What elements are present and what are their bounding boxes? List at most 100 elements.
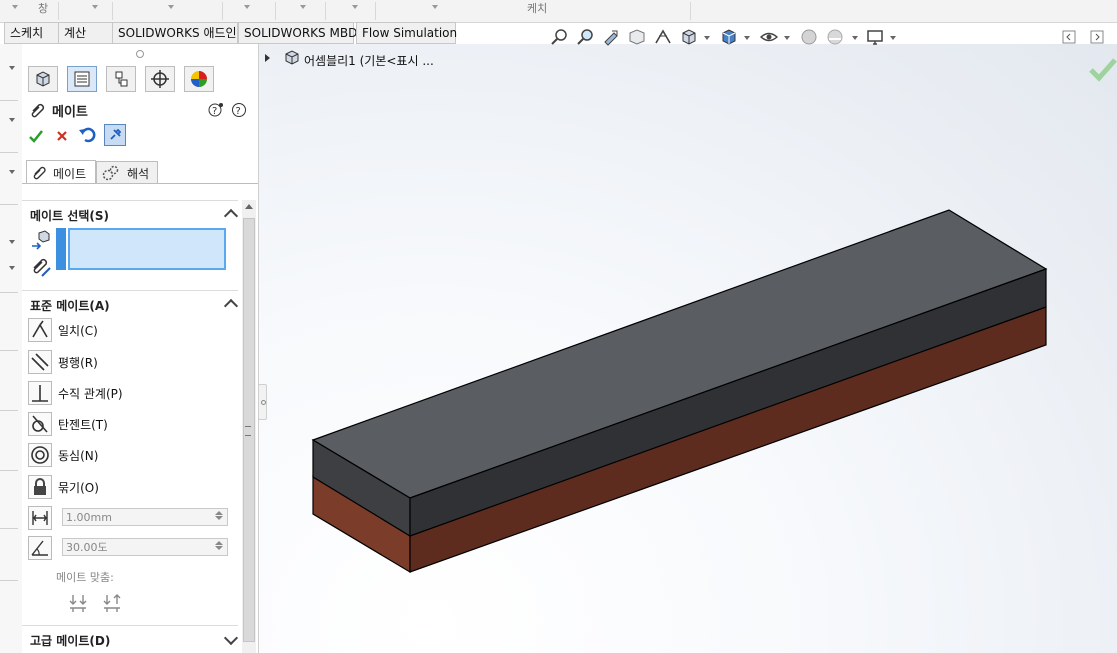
tab-evaluate[interactable]: 계산	[58, 22, 114, 44]
view-orientation-icon[interactable]	[680, 28, 698, 46]
mate-label: 일치(C)	[58, 324, 98, 338]
paperclip-mate-icon	[28, 100, 46, 118]
distance-row: 1.00mm	[28, 506, 238, 530]
edit-appearance-icon[interactable]	[800, 28, 818, 46]
left-edge-strip	[0, 44, 23, 653]
view-settings-icon[interactable]	[866, 28, 884, 46]
help-whats-new-icon[interactable]: ?	[208, 102, 224, 118]
collapse-section-icon[interactable]	[223, 298, 239, 314]
restore-right-icon[interactable]	[1090, 30, 1104, 44]
undo-icon[interactable]	[78, 126, 98, 144]
chevron-down-icon[interactable]	[9, 66, 15, 70]
distance-value: 1.00mm	[66, 511, 112, 524]
coincident-icon	[28, 318, 52, 342]
chevron-down-icon[interactable]	[9, 240, 15, 244]
mate-selection-list[interactable]	[68, 228, 226, 270]
distance-icon[interactable]	[28, 506, 52, 530]
mate-label: 묶기(O)	[58, 481, 99, 495]
display-manager-tab[interactable]	[184, 66, 214, 92]
chevron-down-icon[interactable]	[9, 266, 15, 270]
tab-sketch[interactable]: 스케치	[4, 22, 60, 44]
chevron-down-icon[interactable]	[9, 118, 15, 122]
advanced-mates-section-title: 고급 메이트(D)	[30, 634, 111, 648]
tab-solidworks-mbd[interactable]: SOLIDWORKS MBD	[238, 22, 357, 44]
angle-input[interactable]: 30.00도	[62, 538, 228, 556]
zoom-to-area-icon[interactable]	[576, 28, 594, 46]
angle-icon[interactable]	[28, 536, 52, 560]
help-icon[interactable]: ?	[231, 102, 247, 118]
perpendicular-icon	[28, 381, 52, 405]
tree-expand-icon[interactable]	[265, 54, 270, 62]
ribbon-group-label: 창	[38, 2, 49, 15]
confirmation-corner-check-icon[interactable]	[1088, 56, 1117, 82]
assembly-model[interactable]	[300, 200, 1060, 590]
chevron-down-icon[interactable]	[704, 36, 710, 40]
angle-row: 30.00도	[28, 536, 238, 560]
mate-selection-pick-icon	[30, 256, 52, 278]
subtab-mates[interactable]: 메이트	[26, 160, 96, 183]
previous-view-icon[interactable]	[602, 28, 620, 46]
chevron-down-icon[interactable]	[432, 5, 438, 9]
lock-icon	[28, 475, 52, 499]
display-style-icon[interactable]	[720, 28, 738, 46]
aligned-icon[interactable]	[68, 592, 90, 614]
dimxpert-manager-tab[interactable]	[145, 66, 175, 92]
tab-flow-simulation[interactable]: Flow Simulation	[356, 22, 457, 44]
configuration-manager-tab[interactable]	[106, 66, 136, 92]
subtab-analysis-label: 해석	[127, 167, 150, 181]
standard-mates-section-title: 표준 메이트(A)	[30, 299, 110, 313]
scroll-grip-icon	[245, 426, 251, 436]
mate-label: 평행(R)	[58, 356, 98, 370]
tab-solidworks-addins[interactable]: SOLIDWORKS 애드인	[112, 22, 238, 44]
mate-label: 동심(N)	[58, 449, 99, 463]
chevron-down-icon[interactable]	[92, 5, 98, 9]
chevron-down-icon[interactable]	[9, 170, 15, 174]
distance-input[interactable]: 1.00mm	[62, 508, 228, 526]
feature-manager-tab[interactable]	[28, 66, 58, 92]
selection-active-marker	[56, 228, 66, 270]
ok-check-icon[interactable]	[28, 128, 44, 144]
collapse-section-icon[interactable]	[223, 208, 239, 224]
concentric-icon	[28, 443, 52, 467]
chevron-down-icon[interactable]	[890, 36, 896, 40]
cancel-x-icon[interactable]	[54, 128, 70, 144]
chevron-down-icon[interactable]	[744, 36, 750, 40]
tangent-icon	[28, 412, 52, 436]
zoom-to-fit-icon[interactable]	[550, 28, 568, 46]
property-manager-tab[interactable]	[67, 66, 97, 92]
chevron-down-icon[interactable]	[352, 5, 358, 9]
angle-spinner[interactable]	[213, 540, 225, 554]
dynamic-annotation-icon[interactable]	[654, 28, 672, 46]
subtab-mates-label: 메이트	[53, 167, 87, 181]
chevron-down-icon[interactable]	[784, 36, 790, 40]
chevron-down-icon[interactable]	[852, 36, 858, 40]
distance-spinner[interactable]	[213, 510, 225, 524]
parallel-icon	[28, 350, 52, 374]
mate-label: 수직 관계(P)	[58, 387, 123, 401]
restore-left-icon[interactable]	[1062, 30, 1076, 44]
chevron-down-icon[interactable]	[300, 5, 306, 9]
pin-button[interactable]	[104, 124, 126, 146]
expand-section-icon[interactable]	[223, 630, 239, 646]
anti-aligned-icon[interactable]	[102, 592, 124, 614]
chevron-down-icon[interactable]	[244, 5, 250, 9]
mate-selection-section-title: 메이트 선택(S)	[30, 209, 109, 223]
apply-scene-icon[interactable]	[826, 28, 844, 46]
hide-show-items-icon[interactable]	[760, 28, 778, 46]
assembly-icon	[283, 50, 301, 66]
panel-splitter[interactable]	[258, 384, 267, 420]
mate-alignment-label: 메이트 맞춤:	[56, 571, 114, 584]
mate-label: 탄젠트(T)	[58, 418, 108, 432]
svg-text:?: ?	[236, 106, 241, 117]
section-view-icon[interactable]	[628, 28, 646, 46]
tree-root-item[interactable]: 어셈블리1 (기본<표시 ...	[304, 52, 434, 69]
chevron-down-icon[interactable]	[12, 5, 18, 9]
chevron-down-icon[interactable]	[168, 5, 174, 9]
subtab-analysis[interactable]: 해석	[96, 161, 158, 184]
scroll-up-icon[interactable]	[245, 204, 253, 209]
ribbon-top-strip: 창 케치	[0, 0, 1117, 23]
property-manager-panel: 메이트 ? ? 메이트 해석 메이트 선택(S) 표준 메이트(A) 일치(C)…	[22, 44, 259, 653]
panel-title: 메이트	[52, 105, 88, 120]
panel-grip-icon[interactable]	[136, 50, 144, 58]
mate-selection-entities-icon	[30, 230, 52, 250]
